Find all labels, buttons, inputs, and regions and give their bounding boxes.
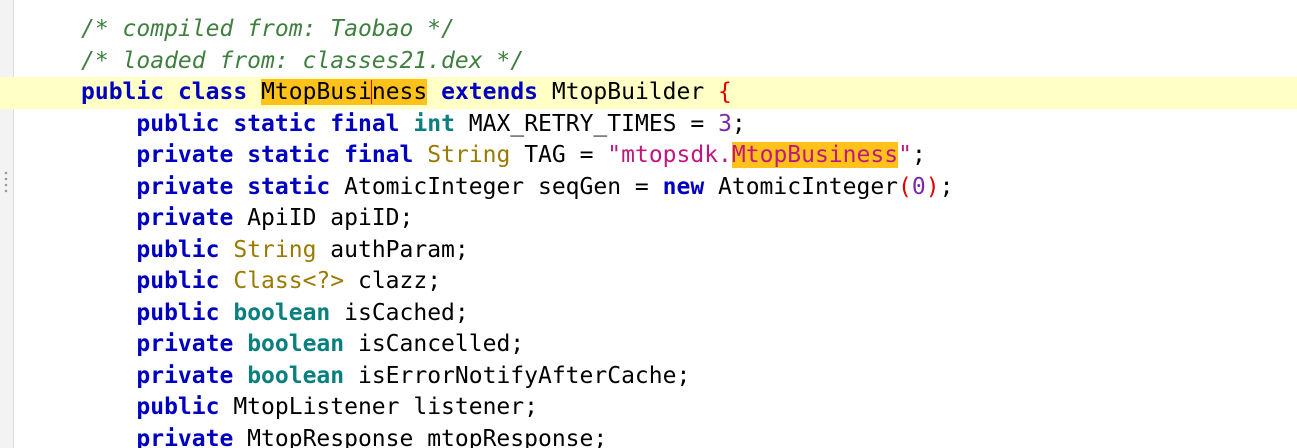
code-line-current[interactable]: public class MtopBusiness extends MtopBu… (0, 77, 1297, 109)
code-token: MtopListener listener; (219, 394, 538, 420)
code-token: static (247, 173, 331, 200)
code-token: MtopResponse mtopResponse; (233, 425, 608, 448)
code-token: boolean (247, 362, 345, 389)
code-line[interactable]: public Class<?> clazz; (0, 266, 1297, 298)
code-token: authParam; (316, 236, 469, 263)
code-token: Class<?> (233, 268, 345, 294)
code-token: String (233, 236, 317, 263)
code-token: /* compiled from: Taobao */ (81, 16, 455, 42)
code-token: private (136, 205, 234, 231)
code-token: boolean (233, 299, 331, 326)
code-token: MtopBuilder (538, 79, 719, 105)
code-line[interactable]: public String authParam; (0, 235, 1297, 267)
highlighted-occurrence: MtopBusiness (731, 142, 899, 168)
code-token: String (427, 142, 511, 168)
code-line[interactable]: private boolean isCancelled; (0, 329, 1297, 361)
highlighted-occurrence: MtopBusi (261, 79, 372, 105)
code-token: isCached; (330, 299, 469, 326)
code-token: public (81, 79, 165, 105)
code-token: private (136, 142, 234, 168)
code-line[interactable]: public MtopListener listener; (0, 392, 1297, 424)
code-line[interactable]: public boolean isCached; (0, 298, 1297, 330)
code-token: isErrorNotifyAfterCache; (344, 362, 691, 389)
code-token: static (233, 110, 317, 137)
code-token: 0 (911, 173, 926, 200)
highlighted-occurrence: ness (371, 79, 428, 105)
code-token: int (413, 110, 455, 137)
code-token: MAX_RETRY_TIMES = (454, 110, 719, 137)
code-token: static (247, 142, 331, 168)
code-token: 3 (718, 110, 732, 137)
code-token: ; (731, 110, 746, 137)
code-token: private (136, 362, 234, 389)
code-token: public (136, 110, 220, 137)
code-area[interactable]: /* compiled from: Taobao */ /* loaded fro… (0, 14, 1297, 448)
code-line[interactable]: /* compiled from: Taobao */ (0, 14, 1297, 46)
code-token: public (136, 394, 220, 420)
code-token: boolean (247, 331, 345, 357)
code-line[interactable]: public static final int MAX_RETRY_TIMES … (0, 109, 1297, 141)
code-token: "mtopsdk. (607, 142, 732, 168)
code-line[interactable]: private MtopResponse mtopResponse; (0, 424, 1297, 448)
code-token: public (136, 236, 220, 263)
code-token: class (177, 79, 248, 105)
code-token: isCancelled; (344, 331, 525, 357)
code-token: private (136, 331, 234, 357)
code-token: AtomicInteger (704, 173, 899, 200)
code-token: extends (441, 79, 539, 105)
code-line[interactable]: private static AtomicInteger seqGen = ne… (0, 172, 1297, 204)
code-token: { (718, 79, 732, 105)
code-token: ( (898, 173, 912, 200)
code-line[interactable]: private boolean isErrorNotifyAfterCache; (0, 361, 1297, 393)
code-token: ApiID apiID; (233, 205, 414, 231)
code-token: /* loaded from: classes21.dex */ (81, 47, 525, 74)
code-line[interactable]: private ApiID apiID; (0, 203, 1297, 235)
code-token: ) (925, 173, 940, 200)
code-token: TAG = (510, 142, 608, 168)
code-token: private (136, 425, 234, 448)
code-line[interactable]: /* loaded from: classes21.dex */ (0, 46, 1297, 78)
code-token: final (344, 142, 414, 168)
code-token: new (662, 173, 705, 200)
code-token: public (136, 299, 220, 326)
code-token: private (136, 173, 234, 200)
code-token: clazz; (344, 268, 442, 294)
code-editor[interactable]: /* compiled from: Taobao */ /* loaded fro… (0, 0, 1297, 448)
code-token: ; (939, 173, 954, 200)
code-token: public (136, 268, 220, 294)
code-token: final (330, 110, 400, 137)
code-line[interactable]: private static final String TAG = "mtops… (0, 140, 1297, 172)
code-token: ; (911, 142, 926, 168)
code-token: AtomicInteger seqGen = (330, 173, 663, 200)
code-token: " (898, 142, 912, 168)
